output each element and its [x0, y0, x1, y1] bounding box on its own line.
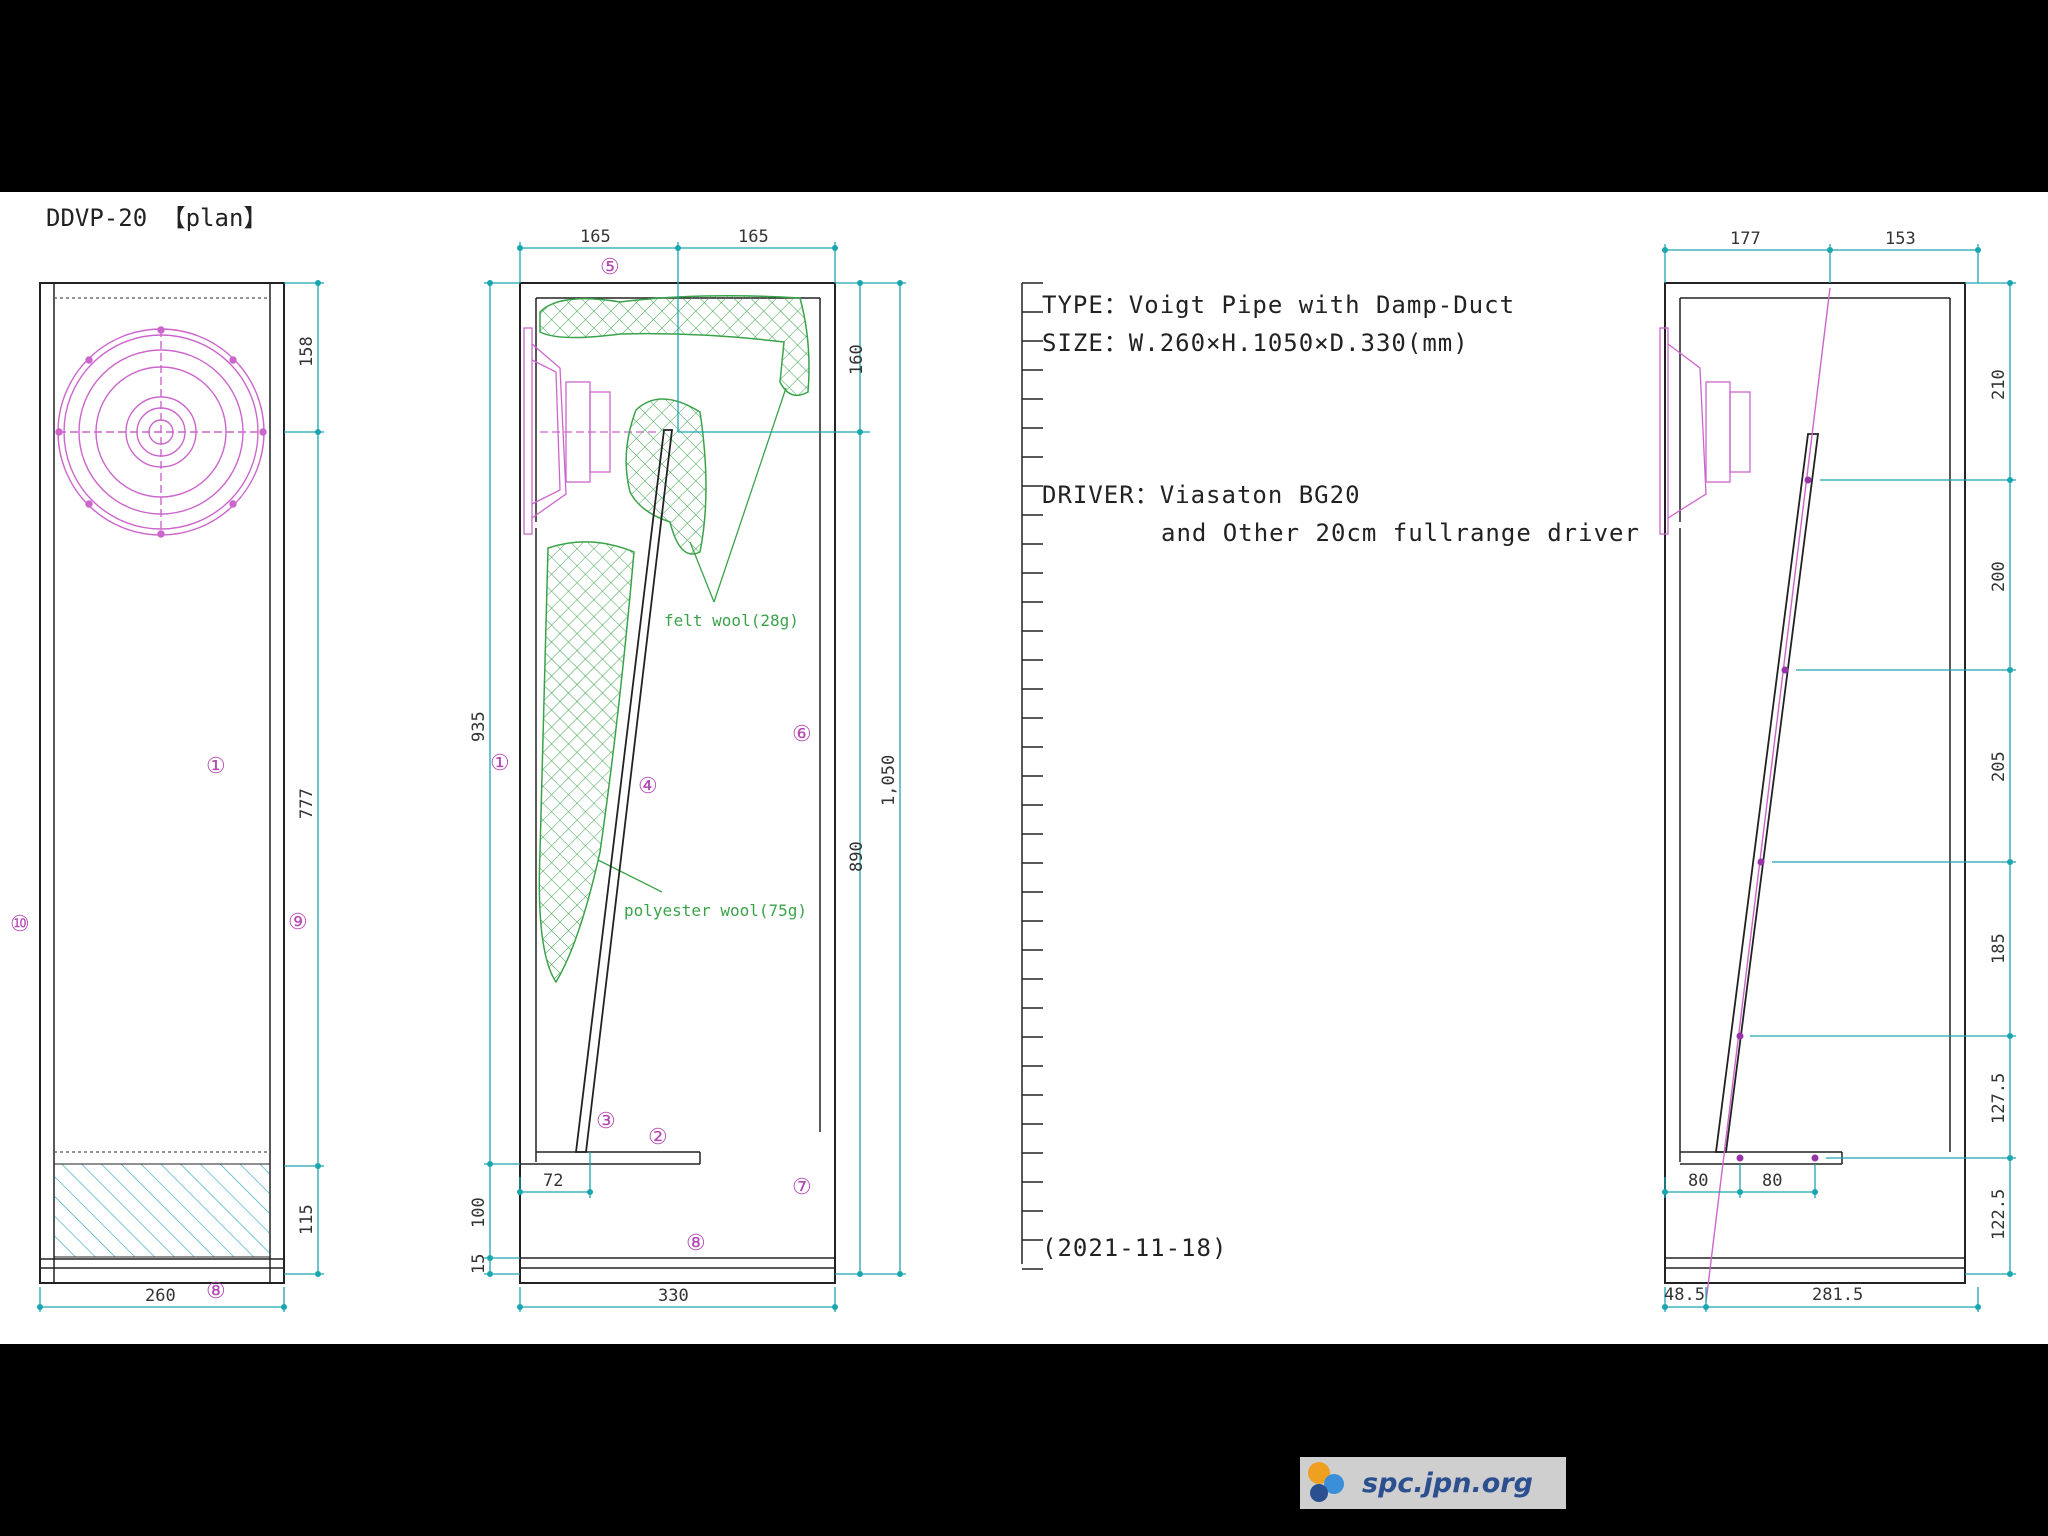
callout-7: ⑦ — [792, 1175, 812, 1200]
callout-1-section: ① — [490, 751, 510, 776]
dim-side-top-right: 153 — [1885, 229, 1916, 249]
callout-6: ⑥ — [792, 722, 812, 747]
dim-side-48-5: 48.5 — [1664, 1285, 1705, 1305]
driver-side-icon — [1659, 327, 1751, 535]
dim-side-80-b: 80 — [1762, 1171, 1782, 1191]
speaker-plan-drawing: DDVP-20 【plan】 260 158 777 115 ① ⑧ ⑨ ⑩ 1… — [10, 204, 2016, 1312]
dim-height-bottom: 115 — [297, 1204, 317, 1235]
logo-mark-icon — [1304, 1460, 1350, 1506]
callout-8-section: ⑧ — [686, 1231, 706, 1256]
dim-side-200: 200 — [1989, 561, 2009, 592]
date-line: (2021-11-18) — [1042, 1234, 1227, 1262]
dim-left-100: 100 — [469, 1197, 489, 1228]
dim-side-122-5: 122.5 — [1989, 1189, 2009, 1240]
dim-top-right: 165 — [738, 227, 769, 247]
front-view: 260 158 777 115 ① ⑧ ⑨ ⑩ — [10, 280, 324, 1312]
callout-3: ③ — [596, 1109, 616, 1134]
section-view: 165 165 935 100 15 160 890 1,050 330 72 … — [469, 227, 906, 1312]
driver-line: DRIVER：Viasaton BG20 — [1042, 481, 1361, 509]
dim-depth: 330 — [658, 1286, 689, 1306]
dim-right-160: 160 — [847, 344, 867, 375]
logo-text: spc.jpn.org — [1362, 1467, 1533, 1499]
drawing-sheet: DDVP-20 【plan】 260 158 777 115 ① ⑧ ⑨ ⑩ 1… — [0, 192, 2048, 1509]
callout-8: ⑧ — [206, 1279, 226, 1304]
dim-side-281-5: 281.5 — [1812, 1285, 1863, 1305]
dim-left-15: 15 — [469, 1254, 489, 1274]
callout-4: ④ — [638, 774, 658, 799]
felt-wool-top — [539, 295, 810, 397]
driver-line-2: and Other 20cm fullrange driver — [1161, 519, 1640, 547]
side-view: 177 153 210 200 205 185 127.5 122.5 80 8… — [1659, 229, 2016, 1312]
dim-height-mid: 777 — [297, 788, 317, 819]
dim-side-205: 205 — [1989, 751, 2009, 782]
damp-duct-board-side — [1714, 433, 1820, 1153]
callout-5: ⑤ — [600, 255, 620, 280]
dim-side-80-a: 80 — [1688, 1171, 1708, 1191]
callout-9: ⑨ — [288, 910, 308, 935]
callout-1: ① — [206, 754, 226, 779]
site-logo[interactable]: spc.jpn.org — [1300, 1457, 1566, 1509]
dim-side-127-5: 127.5 — [1989, 1073, 2009, 1124]
dim-duct-gap: 72 — [543, 1171, 563, 1191]
size-line: SIZE：W.260×H.1050×D.330(mm) — [1042, 329, 1469, 357]
dim-side-top-left: 177 — [1730, 229, 1761, 249]
dim-width: 260 — [145, 1286, 176, 1306]
callout-2: ② — [648, 1125, 668, 1150]
dim-side-210: 210 — [1989, 369, 2009, 400]
dim-total-height: 1,050 — [879, 755, 899, 806]
dim-top-left: 165 — [580, 227, 611, 247]
type-line: TYPE：Voigt Pipe with Damp-Duct — [1042, 291, 1515, 319]
dim-side-185: 185 — [1989, 933, 2009, 964]
polyester-wool — [538, 541, 635, 984]
felt-wool-label: felt wool(28g) — [664, 611, 799, 630]
spec-notes: TYPE：Voigt Pipe with Damp-Duct SIZE：W.26… — [1021, 282, 1640, 1270]
drawing-title: DDVP-20 【plan】 — [46, 204, 267, 232]
dim-height-top: 158 — [297, 336, 317, 367]
callout-10: ⑩ — [10, 912, 30, 937]
dim-left-935: 935 — [469, 711, 489, 742]
polyester-wool-label: polyester wool(75g) — [624, 901, 807, 920]
driver-front-icon — [55, 326, 267, 538]
dim-right-890: 890 — [847, 841, 867, 872]
